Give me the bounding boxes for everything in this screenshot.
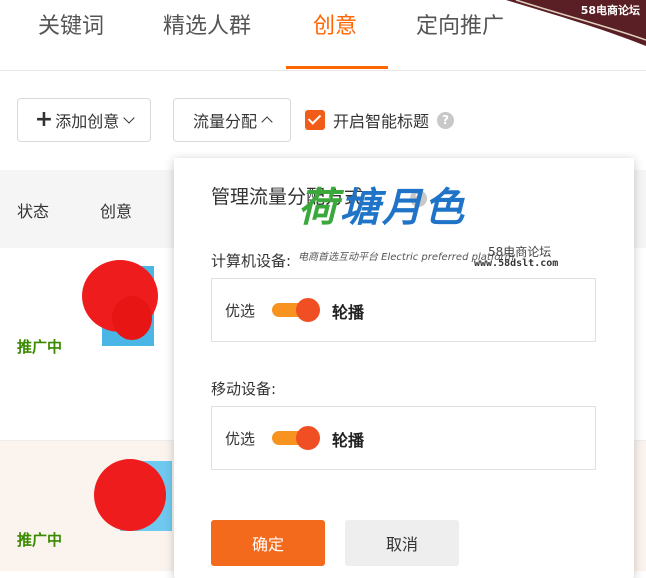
chevron-up-icon <box>261 116 273 128</box>
active-tab-indicator <box>286 66 388 69</box>
option-preferred[interactable]: 优选 <box>225 300 255 321</box>
computer-toggle-switch[interactable] <box>272 298 320 322</box>
chevron-down-icon <box>123 112 135 124</box>
watermark-logo-text: 荷塘月色 <box>298 188 466 228</box>
mobile-device-label: 移动设备: <box>211 380 277 398</box>
add-creative-button[interactable]: + 添加创意 <box>17 98 151 142</box>
help-icon[interactable]: ? <box>437 111 455 129</box>
watermark-logo-blue: 塘月色 <box>340 185 466 231</box>
status-label: 推广中 <box>17 338 63 356</box>
smart-title-label: 开启智能标题 <box>333 112 430 131</box>
option-preferred[interactable]: 优选 <box>225 428 255 449</box>
flow-allocation-label: 流量分配 <box>192 112 257 131</box>
toggle-knob <box>296 426 320 450</box>
watermark-logo-green: 荷 <box>298 185 340 231</box>
smart-title-option[interactable]: 开启智能标题 ? <box>305 108 455 132</box>
watermark-url: www.58dslt.com <box>474 258 559 269</box>
mobile-device-selector: 优选 轮播 <box>211 406 596 470</box>
confirm-button[interactable]: 确定 <box>211 520 325 566</box>
flow-allocation-button[interactable]: 流量分配 <box>173 98 291 142</box>
column-header-creative: 创意 <box>100 202 133 221</box>
watermark-logo: 荷塘月色 电商首选互动平台 Electric preferred platfor… <box>298 188 558 269</box>
tab-creative[interactable]: 创意 <box>313 8 357 40</box>
mobile-toggle-switch[interactable] <box>272 426 320 450</box>
computer-device-label: 计算机设备: <box>211 252 292 270</box>
toggle-knob <box>296 298 320 322</box>
creative-thumbnail <box>94 459 172 531</box>
option-rotation[interactable]: 轮播 <box>332 427 364 451</box>
tab-selected-crowd[interactable]: 精选人群 <box>163 8 251 40</box>
add-creative-label: 添加创意 <box>55 112 120 131</box>
tab-keywords[interactable]: 关键词 <box>38 8 104 40</box>
column-header-status: 状态 <box>17 202 50 221</box>
computer-device-selector: 优选 轮播 <box>211 278 596 342</box>
creative-thumbnail <box>82 260 158 346</box>
option-rotation[interactable]: 轮播 <box>332 299 364 323</box>
smart-title-checkbox[interactable] <box>305 110 325 130</box>
cancel-button[interactable]: 取消 <box>345 520 459 566</box>
corner-watermark: 58电商论坛 <box>486 0 646 46</box>
corner-watermark-text: 58电商论坛 <box>580 4 640 17</box>
status-label: 推广中 <box>17 531 63 549</box>
plus-icon: + <box>34 107 54 132</box>
